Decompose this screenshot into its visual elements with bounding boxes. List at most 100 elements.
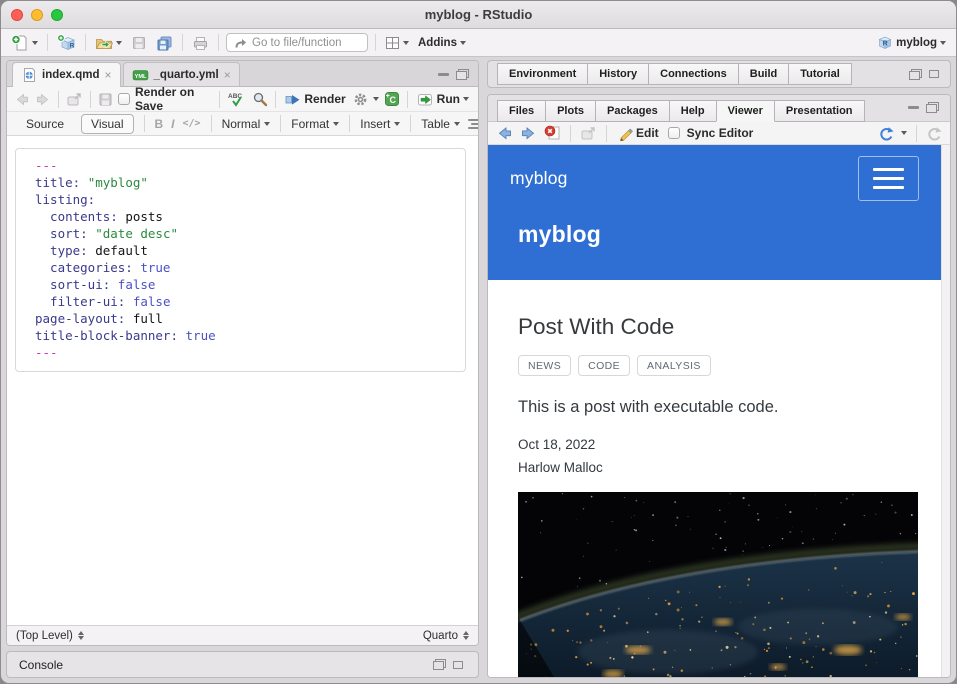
site-brand-link[interactable]: myblog — [510, 168, 568, 189]
forward-icon[interactable] — [35, 91, 51, 107]
sync-editor-checkbox[interactable] — [668, 127, 680, 139]
viewer-edit-button[interactable]: Edit — [616, 125, 661, 142]
back-icon[interactable] — [14, 91, 30, 107]
gear-icon[interactable] — [353, 92, 368, 107]
save-button[interactable] — [129, 34, 149, 52]
viewer-pane: FilesPlotsPackagesHelpViewerPresentation — [487, 94, 951, 678]
code-line[interactable]: sort: "date desc" — [35, 225, 455, 242]
visual-mode-button[interactable]: Visual — [81, 114, 133, 134]
code-line[interactable]: --- — [35, 344, 455, 361]
code-line[interactable]: title-block-banner: true — [35, 327, 455, 344]
toolbar-separator — [218, 34, 219, 51]
blog-preview: myblog myblog Post With Code NEWSCODEANA… — [488, 145, 941, 677]
render-on-save-checkbox[interactable] — [118, 93, 130, 105]
close-icon[interactable]: × — [105, 70, 112, 80]
tab-plots[interactable]: Plots — [545, 100, 596, 122]
print-icon — [192, 35, 209, 51]
insert-chunk-icon[interactable]: C + — [384, 91, 400, 107]
category-badges: NEWS CODE ANALYSIS — [518, 355, 924, 376]
render-on-save-label: Render on Save — [135, 85, 212, 113]
sync-icon[interactable] — [878, 126, 894, 141]
gear-caret-icon[interactable] — [373, 97, 379, 101]
save-icon[interactable] — [98, 92, 113, 107]
table-menu[interactable]: Table — [421, 117, 460, 131]
category-badge[interactable]: NEWS — [518, 355, 571, 376]
spellcheck-icon[interactable]: ABC — [227, 91, 247, 108]
tab-files[interactable]: Files — [497, 100, 546, 122]
save-all-button[interactable] — [154, 34, 175, 52]
maximize-pane-icon[interactable] — [456, 69, 469, 80]
tab-history[interactable]: History — [587, 63, 649, 85]
open-file-button[interactable] — [93, 34, 124, 52]
tab-build[interactable]: Build — [738, 63, 790, 85]
project-selector[interactable]: R myblog — [875, 34, 948, 51]
render-button[interactable]: Render — [283, 90, 347, 108]
minimize-pane-icon[interactable] — [908, 106, 919, 109]
earth-image — [518, 492, 918, 677]
scope-selector[interactable]: (Top Level) — [16, 630, 84, 642]
sync-caret-icon[interactable] — [901, 131, 907, 135]
source-mode-button[interactable]: Source — [17, 115, 73, 133]
code-line[interactable]: categories: true — [35, 259, 455, 276]
code-line[interactable]: title: "myblog" — [35, 174, 455, 191]
tab-tutorial[interactable]: Tutorial — [788, 63, 852, 85]
restore-pane-icon[interactable] — [433, 659, 446, 670]
popout-icon[interactable] — [66, 92, 83, 107]
syntax-mode-selector[interactable]: Quarto — [423, 630, 469, 642]
refresh-icon[interactable] — [926, 126, 942, 141]
tab-help[interactable]: Help — [669, 100, 717, 122]
paragraph-style-dropdown[interactable]: Normal — [222, 117, 271, 131]
outline-toggle-button[interactable] — [468, 119, 479, 129]
new-project-button[interactable]: R — [55, 33, 78, 53]
yaml-code-block[interactable]: ---title: "myblog"listing: contents: pos… — [15, 148, 466, 372]
maximize-pane-icon[interactable] — [926, 102, 939, 113]
code-line[interactable]: contents: posts — [35, 208, 455, 225]
code-line[interactable]: listing: — [35, 191, 455, 208]
viewer-forward-icon[interactable] — [520, 125, 537, 141]
syntax-mode-label: Quarto — [423, 630, 458, 642]
viewer-stop-icon[interactable] — [544, 125, 561, 141]
tab-index-qmd[interactable]: index.qmd × — [12, 62, 121, 87]
tab-connections[interactable]: Connections — [648, 63, 739, 85]
italic-button[interactable]: I — [171, 117, 174, 131]
visual-editor-area[interactable]: ---title: "myblog"listing: contents: pos… — [7, 136, 478, 625]
search-icon[interactable] — [252, 91, 268, 107]
tab-quarto-yml[interactable]: YML _quarto.yml × — [123, 62, 240, 86]
tab-viewer[interactable]: Viewer — [716, 100, 775, 122]
viewer-popout-icon[interactable] — [580, 126, 597, 141]
updown-icon — [463, 631, 469, 640]
maximize-pane-icon[interactable] — [453, 661, 463, 669]
viewer-scrollbar[interactable] — [941, 145, 950, 677]
minimize-pane-icon[interactable] — [438, 73, 449, 76]
print-button[interactable] — [190, 34, 211, 52]
panes-layout-button[interactable] — [383, 35, 411, 51]
tab-packages[interactable]: Packages — [595, 100, 670, 122]
format-menu[interactable]: Format — [291, 117, 339, 131]
banner-title: myblog — [518, 221, 911, 248]
console-pane-header[interactable]: Console — [6, 651, 479, 678]
code-line[interactable]: filter-ui: false — [35, 293, 455, 310]
restore-pane-icon[interactable] — [909, 69, 922, 80]
hamburger-menu-button[interactable] — [858, 156, 919, 201]
goto-file-input[interactable] — [252, 37, 360, 49]
code-button[interactable]: </> — [183, 118, 201, 129]
viewer-back-icon[interactable] — [496, 125, 513, 141]
svg-text:+: + — [385, 93, 389, 100]
tab-environment[interactable]: Environment — [497, 63, 588, 85]
maximize-pane-icon[interactable] — [929, 70, 939, 78]
code-line[interactable]: page-layout: full — [35, 310, 455, 327]
new-file-button[interactable] — [9, 33, 40, 53]
code-line[interactable]: --- — [35, 157, 455, 174]
code-line[interactable]: type: default — [35, 242, 455, 259]
addins-menu[interactable]: Addins — [416, 36, 468, 50]
category-badge[interactable]: CODE — [578, 355, 630, 376]
category-badge[interactable]: ANALYSIS — [637, 355, 711, 376]
format-menu-label: Format — [291, 117, 329, 131]
bold-button[interactable]: B — [155, 117, 164, 131]
close-icon[interactable]: × — [224, 70, 231, 80]
code-line[interactable]: sort-ui: false — [35, 276, 455, 293]
insert-menu[interactable]: Insert — [360, 117, 400, 131]
tab-presentation[interactable]: Presentation — [774, 100, 865, 122]
svg-text:R: R — [70, 42, 75, 49]
run-button[interactable]: Run — [415, 90, 471, 109]
